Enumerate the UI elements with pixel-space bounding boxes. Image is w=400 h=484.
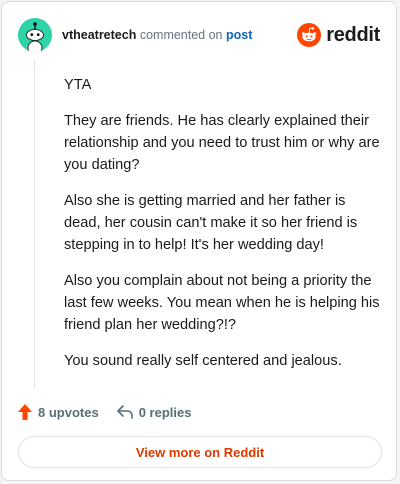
post-link[interactable]: post: [226, 28, 252, 42]
comment-meta: vtheatretech commented on post: [62, 28, 252, 42]
view-more-on-reddit-button[interactable]: View more on Reddit: [18, 436, 382, 468]
comment-paragraph: Also you complain about not being a prio…: [64, 273, 380, 333]
upvote-arrow-icon: [18, 404, 32, 420]
comment-paragraph: You sound really self centered and jealo…: [64, 353, 342, 369]
snoo-avatar-icon: [26, 22, 44, 52]
username-link[interactable]: vtheatretech: [62, 28, 136, 42]
thread-line: [34, 60, 35, 388]
upvote-count: 8 upvotes: [38, 404, 99, 420]
reddit-wordmark: reddit: [326, 23, 380, 46]
comment-header: vtheatretech commented on post reddit: [18, 18, 380, 52]
comment-paragraph: They are friends. He has clearly explain…: [64, 113, 380, 173]
user-avatar[interactable]: [18, 18, 52, 52]
comment-paragraph: YTA: [64, 77, 92, 93]
commented-on-text: commented on: [139, 28, 223, 42]
reply-button[interactable]: 0 replies: [116, 404, 192, 420]
comment-body: YTA They are friends. He has clearly exp…: [64, 74, 382, 386]
reddit-snoo-icon: [297, 23, 322, 47]
reply-count: 0 replies: [138, 404, 192, 420]
comment-actions: 8 upvotes 0 replies: [18, 402, 209, 422]
comment-card: vtheatretech commented on post reddit YT…: [1, 1, 397, 481]
reply-arrow-icon: [116, 405, 133, 419]
comment-paragraph: Also she is getting married and her fath…: [64, 193, 358, 253]
reddit-logo[interactable]: reddit: [297, 23, 380, 47]
upvote-button[interactable]: 8 upvotes: [18, 404, 99, 420]
